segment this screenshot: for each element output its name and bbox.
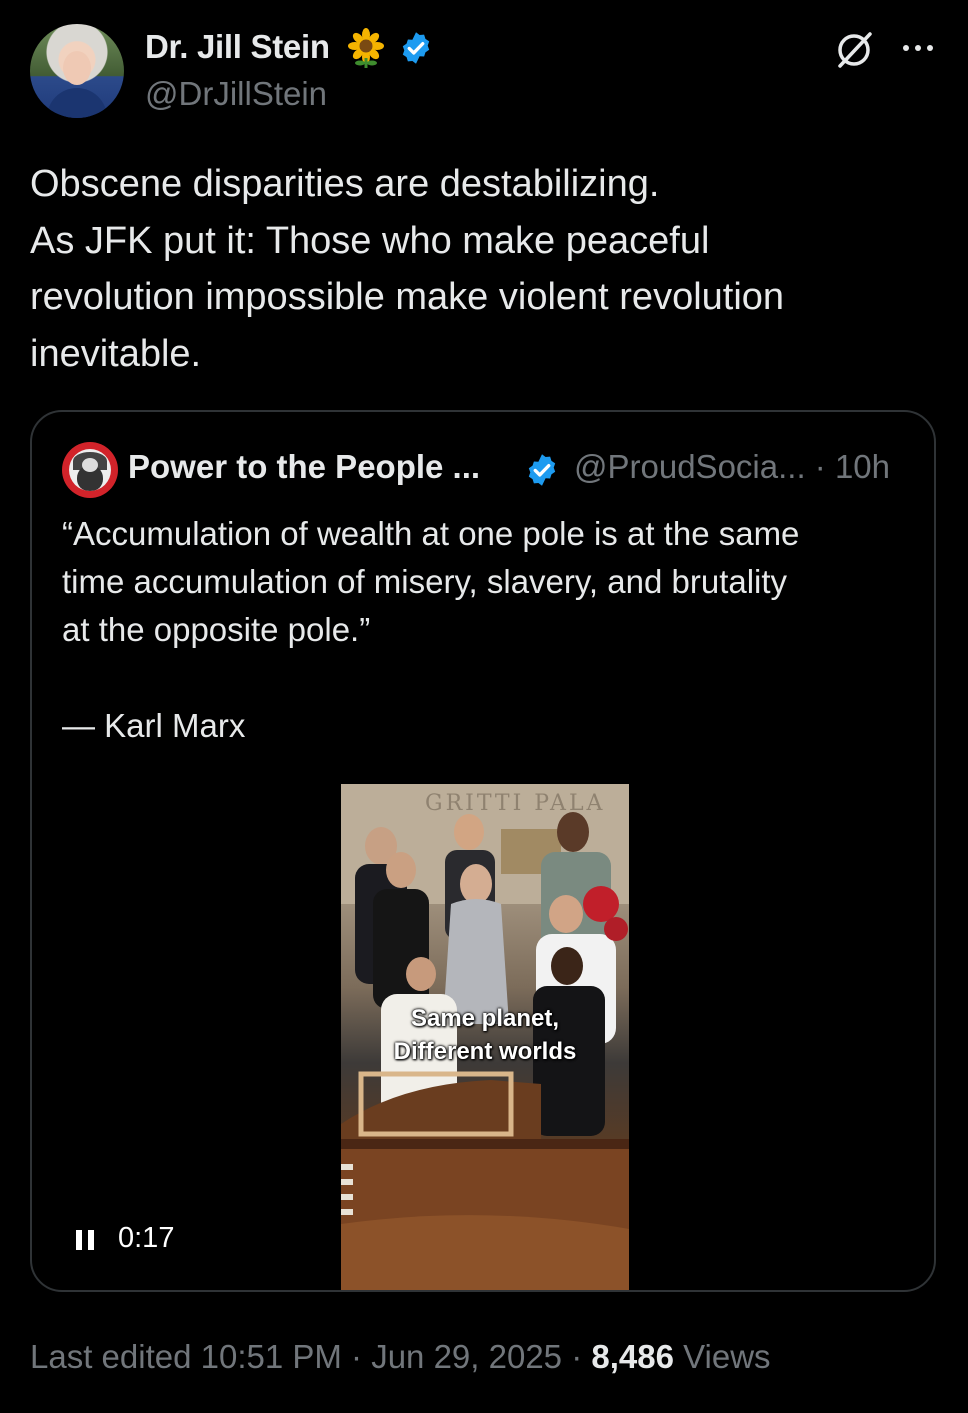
avatar-face bbox=[63, 51, 91, 85]
quoted-author-avatar[interactable] bbox=[62, 442, 118, 498]
avatar-portrait bbox=[69, 449, 111, 491]
grok-icon[interactable] bbox=[832, 28, 876, 72]
more-options-icon[interactable] bbox=[898, 36, 938, 60]
views-count: 8,486 bbox=[591, 1338, 674, 1375]
portrait-face bbox=[82, 458, 98, 472]
quote-attribution: — Karl Marx bbox=[62, 707, 246, 744]
building-sign-text: GRITTI PALA bbox=[425, 791, 605, 816]
video-caption-line: Different worlds bbox=[393, 1038, 577, 1065]
avatar-shoulders bbox=[47, 88, 107, 118]
quoted-tweet-text: “Accumulation of wealth at one pole is a… bbox=[62, 510, 912, 750]
quoted-handle-time[interactable]: @ProudSocia... · 10h bbox=[574, 448, 890, 486]
tweet-line: As JFK put it: Those who make peaceful bbox=[30, 219, 710, 262]
quote-line: “Accumulation of wealth at one pole is a… bbox=[62, 515, 800, 552]
video-player[interactable]: GRITTI PALA Same planet, Different world… bbox=[341, 784, 629, 1290]
quoted-tweet-card[interactable]: Power to the People ... @ProudSocia... ·… bbox=[30, 410, 936, 1292]
tweet-text: Obscene disparities are destabilizing. A… bbox=[30, 156, 930, 382]
sunflower-icon bbox=[348, 28, 384, 68]
tweet-line: inevitable. bbox=[30, 332, 202, 375]
author-handle[interactable]: @DrJillStein bbox=[145, 75, 327, 113]
pause-icon[interactable] bbox=[72, 1226, 98, 1252]
quote-line: time accumulation of misery, slavery, an… bbox=[62, 563, 788, 600]
author-name[interactable]: Dr. Jill Stein bbox=[145, 28, 330, 66]
verified-badge-icon bbox=[402, 32, 430, 64]
quoted-author-name[interactable]: Power to the People ... bbox=[128, 448, 480, 486]
video-caption-line: Same planet, bbox=[410, 1005, 560, 1032]
video-caption: Same planet, Different worlds bbox=[341, 1002, 629, 1068]
verified-badge-icon bbox=[528, 454, 556, 486]
author-avatar[interactable] bbox=[30, 24, 124, 118]
video-duration: 0:17 bbox=[118, 1222, 175, 1254]
tweet-line: Obscene disparities are destabilizing. bbox=[30, 163, 660, 205]
views-label: Views bbox=[673, 1338, 771, 1375]
quote-line: at the opposite pole.” bbox=[62, 611, 371, 648]
edited-timestamp[interactable]: Last edited 10:51 PM · Jun 29, 2025 · bbox=[30, 1338, 591, 1375]
tweet-meta: Last edited 10:51 PM · Jun 29, 2025 · 8,… bbox=[30, 1338, 771, 1376]
tweet-line: revolution impossible make violent revol… bbox=[30, 276, 785, 318]
